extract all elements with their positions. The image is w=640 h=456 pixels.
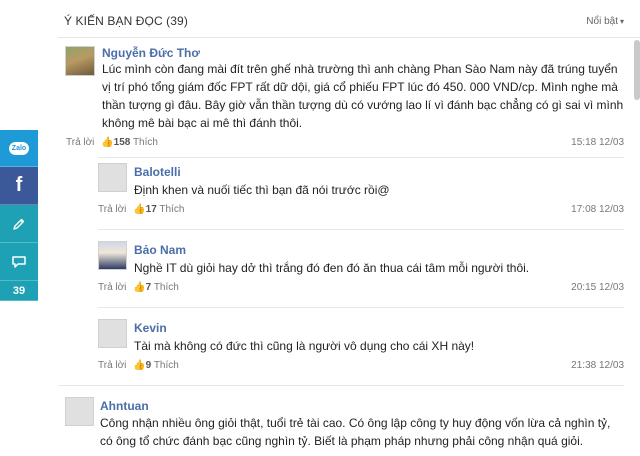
comment-text: Công nhận nhiều ông giỏi thật, tuổi trẻ … — [100, 416, 611, 448]
reply-button[interactable]: Trả lời — [98, 282, 126, 293]
comment-text: Lúc mình còn đang mài đít trên ghế nhà t… — [102, 62, 624, 130]
divider — [58, 385, 624, 386]
divider — [98, 157, 624, 158]
sort-label: Nổi bật — [586, 16, 618, 27]
avatar[interactable] — [98, 241, 127, 270]
comments-title: Ý KIẾN BẠN ĐỌC (39) — [64, 14, 188, 28]
facebook-icon: f — [15, 174, 23, 196]
comment-time: 21:38 12/03 — [571, 360, 624, 371]
like-count: 158 — [113, 137, 131, 148]
comment-actions: Trả lời 👍9 Thích — [98, 360, 179, 371]
divider — [98, 307, 624, 308]
comment-time: 15:18 12/03 — [571, 137, 624, 148]
thumbs-up-icon: 👍 — [133, 282, 146, 293]
write-comment-button[interactable] — [0, 205, 38, 243]
avatar[interactable] — [98, 319, 127, 348]
comment-actions: Trả lời 👍7 Thích — [98, 282, 179, 293]
avatar[interactable] — [65, 397, 94, 426]
comment-author[interactable]: Balotelli — [134, 165, 181, 179]
comment-author[interactable]: Kevin — [134, 321, 167, 335]
like-label: Thích — [159, 204, 185, 215]
comment-author[interactable]: Ahntuan — [100, 399, 149, 413]
like-count: 17 — [145, 204, 157, 215]
like-label: Thích — [153, 282, 179, 293]
reply-button[interactable]: Trả lời — [98, 360, 126, 371]
pencil-icon — [13, 218, 25, 230]
comment-text: Nghề IT dù giỏi hay dở thì trắng đó đen … — [134, 261, 530, 275]
comment-time: 17:08 12/03 — [571, 204, 624, 215]
zalo-share-button[interactable]: Zalo — [0, 130, 38, 167]
view-comments-button[interactable] — [0, 243, 38, 281]
like-button[interactable]: 👍7 Thích — [133, 282, 179, 293]
comment-author[interactable]: Nguyễn Đức Thơ — [102, 46, 200, 60]
comment-text: Tài mà không có đức thì cũng là người vô… — [134, 339, 475, 353]
comment-time: 20:15 12/03 — [571, 282, 624, 293]
like-count: 9 — [145, 360, 152, 371]
comment-text: Định khen và nuối tiếc thì bạn đã nói tr… — [134, 183, 390, 197]
comment-icon — [12, 255, 26, 268]
like-button[interactable]: 👍17 Thích — [133, 204, 184, 215]
share-bar: Zalo f 39 — [0, 130, 38, 301]
comment-actions: Trả lời 👍17 Thích — [98, 204, 184, 215]
comment-actions: Trả lời 👍158 Thích — [66, 137, 158, 148]
comments-header: Ý KIẾN BẠN ĐỌC (39) Nổi bật ▾ — [58, 0, 640, 38]
sort-dropdown[interactable]: Nổi bật ▾ — [586, 16, 624, 27]
comment-count-badge[interactable]: 39 — [0, 281, 38, 301]
comment-author[interactable]: Bảo Nam — [134, 243, 186, 257]
avatar[interactable] — [65, 46, 95, 76]
chevron-down-icon: ▾ — [619, 17, 624, 26]
like-button[interactable]: 👍158 Thích — [101, 137, 158, 148]
thumbs-up-icon: 👍 — [101, 137, 114, 148]
facebook-share-button[interactable]: f — [0, 167, 38, 205]
like-label: Thích — [132, 137, 158, 148]
like-count: 7 — [145, 282, 152, 293]
avatar[interactable] — [98, 163, 127, 192]
like-button[interactable]: 👍9 Thích — [133, 360, 179, 371]
reply-button[interactable]: Trả lời — [66, 137, 94, 148]
reply-button[interactable]: Trả lời — [98, 204, 126, 215]
zalo-icon: Zalo — [8, 141, 30, 155]
scrollbar[interactable] — [634, 40, 640, 100]
divider — [98, 229, 624, 230]
thumbs-up-icon: 👍 — [133, 360, 146, 371]
thumbs-up-icon: 👍 — [133, 204, 146, 215]
like-label: Thích — [153, 360, 179, 371]
